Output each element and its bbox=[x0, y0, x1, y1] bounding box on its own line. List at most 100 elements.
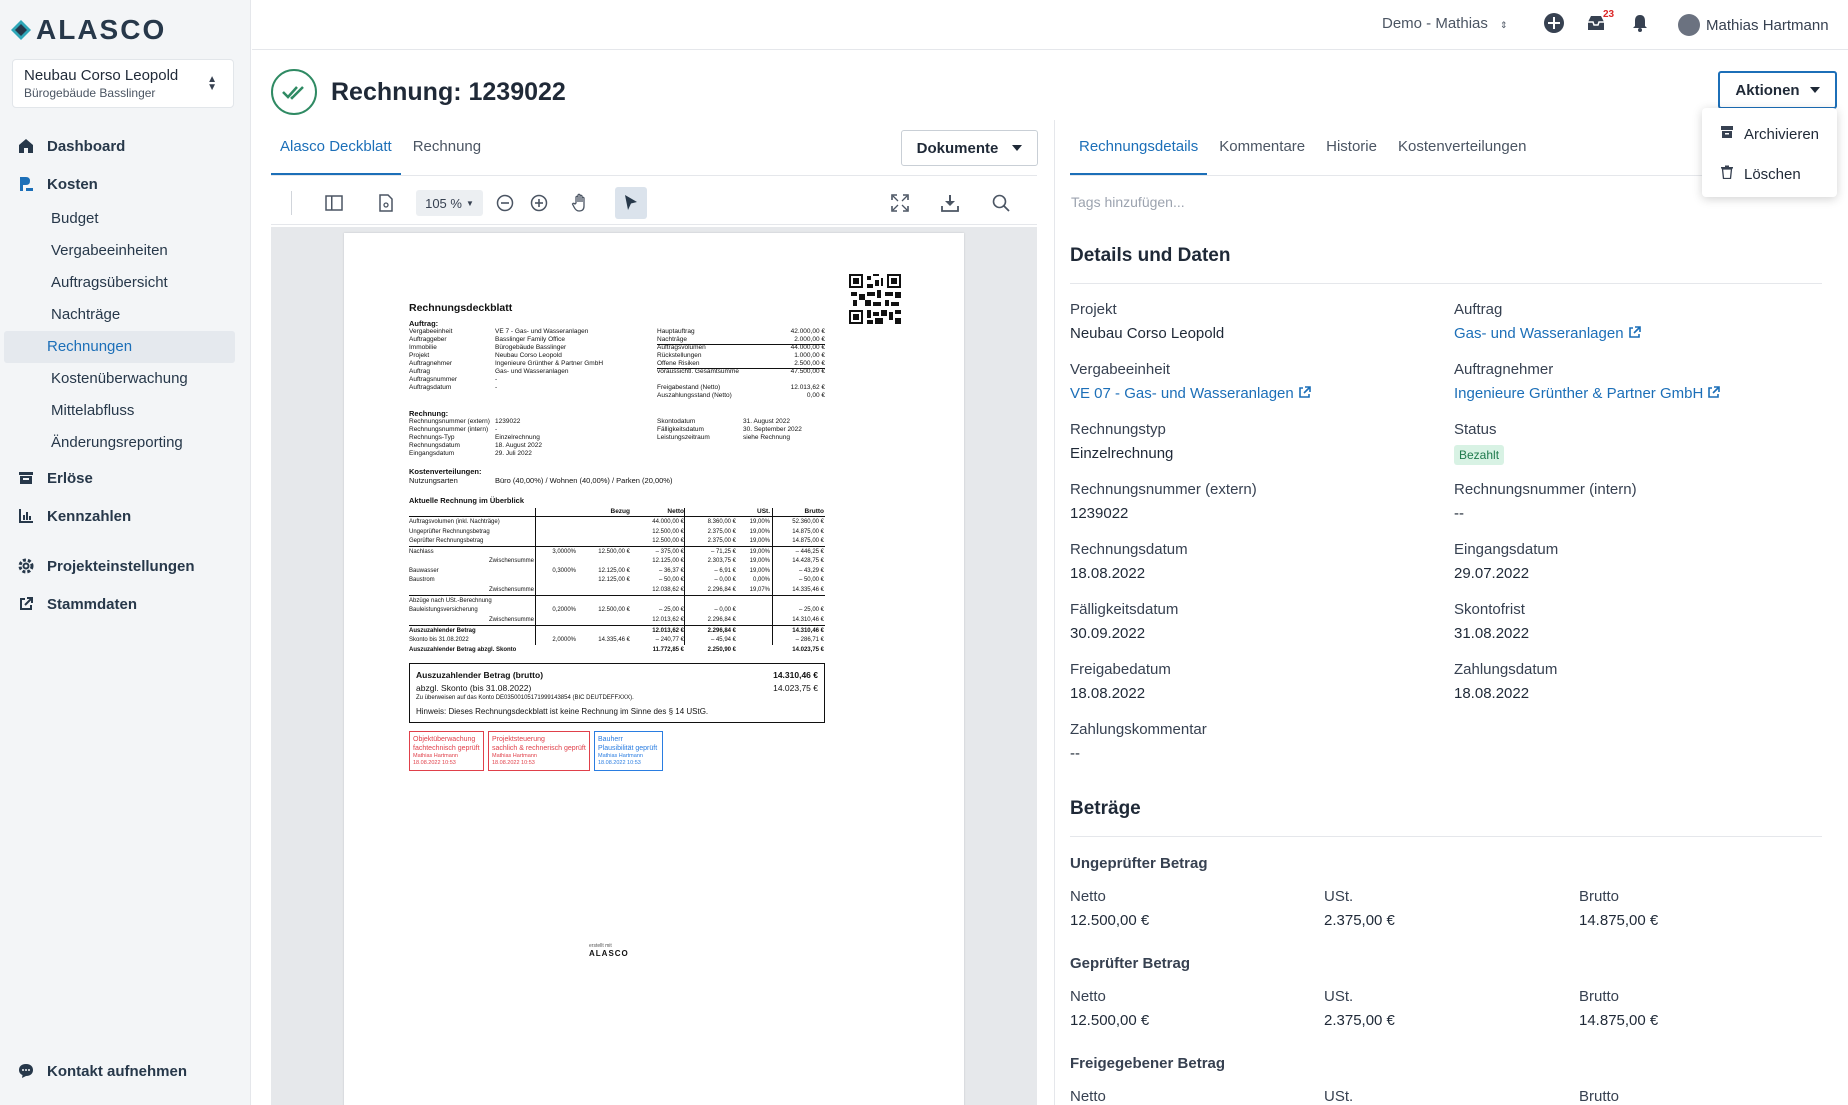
page-settings-icon[interactable] bbox=[374, 191, 398, 215]
caret-down-icon bbox=[1012, 145, 1023, 151]
field-value-skonto: 31.08.2022 bbox=[1454, 625, 1530, 642]
tab-historie[interactable]: Historie bbox=[1317, 130, 1386, 175]
geprueft-title: Geprüfter Betrag bbox=[1070, 955, 1191, 972]
pdf-sum-label: Freigabestand (Netto) bbox=[657, 384, 721, 391]
pdf-stamp: Objektüberwachung fachtechnisch geprüft Ma… bbox=[409, 731, 484, 771]
pdf-rechnung-label: Rechnungs-Typ bbox=[409, 434, 455, 441]
fullscreen-icon[interactable] bbox=[888, 191, 912, 215]
toolbar-divider bbox=[291, 191, 292, 215]
zoom-select[interactable]: 105 % ▼ bbox=[416, 190, 483, 216]
org-switcher[interactable]: Demo - Mathias ⇕ bbox=[1382, 15, 1508, 32]
add-icon[interactable] bbox=[1543, 12, 1567, 36]
zoom-in-icon[interactable] bbox=[527, 191, 551, 215]
bar-chart-icon bbox=[16, 506, 36, 526]
menu-item-delete[interactable]: Löschen bbox=[1702, 154, 1837, 194]
menu-item-archive[interactable]: Archivieren bbox=[1702, 114, 1837, 154]
alasco-logo[interactable]: ALASCO bbox=[10, 14, 166, 46]
sidebar-item-label: Kontakt aufnehmen bbox=[47, 1062, 188, 1080]
pdf-table-cell: 2.375,00 € bbox=[707, 528, 736, 535]
sidebar-item-nachtraege[interactable]: Nachträge bbox=[4, 299, 235, 331]
sidebar-item-dashboard[interactable]: Dashboard bbox=[0, 127, 251, 165]
sidebar-item-kostenueberwachung[interactable]: Kostenüberwachung bbox=[4, 363, 235, 395]
pdf-sum-value: 44.000,00 € bbox=[790, 344, 825, 351]
sidebar-item-erloese[interactable]: Erlöse bbox=[0, 459, 251, 497]
pdf-table-cell: 12.013,62 € bbox=[652, 627, 684, 634]
pdf-summary-label1: Auszuzahlender Betrag (brutto) bbox=[416, 670, 544, 680]
zoom-out-icon[interactable] bbox=[493, 191, 517, 215]
pdf-table-cell: Bauwasser bbox=[409, 567, 439, 574]
user-menu[interactable]: Mathias Hartmann bbox=[1678, 14, 1829, 36]
chat-icon bbox=[16, 1061, 36, 1081]
pdf-table-cell: Bauleistungsversicherung bbox=[409, 607, 478, 613]
pdf-table-cell: Ungeprüfter Rechnungsbetrag bbox=[409, 528, 490, 535]
field-value-zahlung: 18.08.2022 bbox=[1454, 685, 1530, 702]
bell-icon[interactable] bbox=[1629, 12, 1653, 36]
sidebar-item-mittelabfluss[interactable]: Mittelabfluss bbox=[4, 395, 235, 427]
actions-button[interactable]: Aktionen bbox=[1718, 71, 1837, 109]
sidebar-item-projekteinstellungen[interactable]: Projekteinstellungen bbox=[0, 547, 251, 585]
sidebar-toggle-icon[interactable] bbox=[322, 191, 346, 215]
pdf-table-cell: 14.310,46 € bbox=[792, 627, 824, 634]
download-icon[interactable] bbox=[938, 191, 962, 215]
pdf-table-cell: 2.296,84 € bbox=[707, 627, 736, 634]
sidebar-item-kosten[interactable]: Kosten bbox=[0, 165, 251, 203]
pdf-table-cell: 19,00% bbox=[749, 558, 770, 564]
sidebar-item-budget[interactable]: Budget bbox=[4, 203, 235, 235]
sidebar-item-auftragsuebersicht[interactable]: Auftragsübersicht bbox=[4, 267, 235, 299]
pdf-rechnung-value: 29. Juli 2022 bbox=[495, 450, 532, 457]
sidebar-footer: Kontakt aufnehmen bbox=[0, 1052, 187, 1090]
sidebar-item-aenderungsreporting[interactable]: Änderungsreporting bbox=[4, 427, 235, 459]
search-icon[interactable] bbox=[989, 191, 1013, 215]
tab-alasco-deckblatt[interactable]: Alasco Deckblatt bbox=[271, 130, 401, 175]
pdf-rechnung-right-value: 30. September 2022 bbox=[743, 426, 802, 433]
field-value-datum: 18.08.2022 bbox=[1070, 565, 1146, 582]
pdf-auftrag-label: Auftragsnummer bbox=[409, 376, 458, 383]
pdf-table-rule bbox=[409, 545, 825, 547]
pan-hand-icon[interactable] bbox=[568, 191, 592, 215]
pdf-summary-value2: 14.023,75 € bbox=[773, 683, 818, 693]
pdf-table-cell: 19,00% bbox=[749, 528, 770, 535]
freigegeben-brutto-label: Brutto bbox=[1579, 1088, 1620, 1105]
pdf-table-cell: 19,00% bbox=[749, 538, 770, 544]
pdf-table-cell: – 0,00 € bbox=[714, 607, 736, 613]
ungeprueft-netto-label: Netto bbox=[1070, 888, 1106, 905]
tab-kostenverteilungen[interactable]: Kostenverteilungen bbox=[1389, 130, 1535, 175]
pdf-auftrag-value: Basslinger Family Office bbox=[495, 336, 565, 343]
tab-rechnungsdetails[interactable]: Rechnungsdetails bbox=[1070, 130, 1208, 175]
project-selector[interactable]: Neubau Corso Leopold Bürogebäude Basslin… bbox=[12, 59, 234, 108]
pdf-table-cell: – 25,00 € bbox=[798, 607, 824, 613]
sidebar-item-vergabeeinheiten[interactable]: Vergabeeinheiten bbox=[4, 235, 235, 267]
tab-kommentare[interactable]: Kommentare bbox=[1210, 130, 1314, 175]
documents-button[interactable]: Dokumente bbox=[901, 130, 1038, 166]
field-label-eingang: Eingangsdatum bbox=[1454, 541, 1559, 558]
tags-input[interactable]: Tags hinzufügen... bbox=[1071, 194, 1185, 210]
pdf-table-cell: Baustrom bbox=[409, 577, 435, 583]
pdf-table-cell: Auszuzahlender Betrag bbox=[409, 627, 476, 634]
field-label-faellig: Fälligkeitsdatum bbox=[1070, 601, 1179, 618]
pdf-table-cell: 12.125,00 € bbox=[652, 558, 684, 564]
auftragnehmer-link[interactable]: Ingenieure Grünther & Partner GmbH bbox=[1454, 385, 1721, 403]
pdf-sum-label: voraussichtl. Gesamtsumme bbox=[657, 368, 739, 375]
select-pointer-icon[interactable] bbox=[615, 187, 647, 219]
pdf-auftrag-label: Auftraggeber bbox=[409, 336, 447, 343]
panel-divider bbox=[1054, 120, 1055, 1105]
pdf-table-cell: 14.335,46 € bbox=[598, 637, 630, 643]
avatar bbox=[1678, 14, 1700, 36]
sidebar-item-kontakt[interactable]: Kontakt aufnehmen bbox=[0, 1052, 187, 1090]
invoice-icon bbox=[16, 174, 36, 194]
vergabe-link[interactable]: VE 07 - Gas- und Wasseranlagen bbox=[1070, 385, 1311, 403]
tab-rechnung[interactable]: Rechnung bbox=[404, 130, 490, 175]
status-badge: Bezahlt bbox=[1454, 445, 1505, 465]
pdf-sum-label: Auszahlungsstand (Netto) bbox=[657, 392, 732, 399]
pdf-viewer[interactable]: Rechnungsdeckblatt Auftrag: Rechnung: Ko… bbox=[271, 227, 1037, 1105]
pdf-stamp-line: Bauherr bbox=[598, 736, 623, 743]
sidebar-item-stammdaten[interactable]: Stammdaten bbox=[0, 585, 251, 623]
archive-icon bbox=[1720, 125, 1734, 143]
divider bbox=[1070, 283, 1822, 284]
pdf-table-cell: Auszuzahlender Betrag abzgl. Skonto bbox=[409, 646, 517, 653]
auftrag-link[interactable]: Gas- und Wasseranlagen bbox=[1454, 325, 1641, 343]
sidebar-item-rechnungen[interactable]: Rechnungen bbox=[4, 331, 235, 363]
geprueft-netto-label: Netto bbox=[1070, 988, 1106, 1005]
freigegeben-ust-label: USt. bbox=[1324, 1088, 1354, 1105]
sidebar-item-kennzahlen[interactable]: Kennzahlen bbox=[0, 497, 251, 535]
